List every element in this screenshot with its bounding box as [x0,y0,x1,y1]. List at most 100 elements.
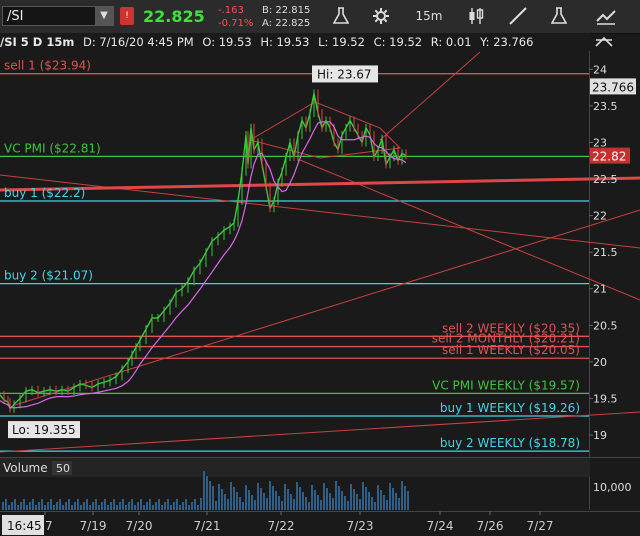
volume-bar [212,486,214,510]
volume-bar [20,502,22,510]
x-tick-label: 7/26 [477,519,504,533]
volume-bar [158,499,160,510]
volume-bar [266,498,268,510]
x-tick-label: 7/27 [527,519,554,533]
volume-bar [32,499,34,510]
volume-bar [359,499,361,510]
level-label: buy 1 ($22.2) [4,186,85,200]
y-tick-label: 24 [593,63,607,76]
volume-bar [224,494,226,510]
volume-bar [230,482,232,510]
volume-bar [308,502,310,510]
volume-bar [302,492,304,510]
volume-bar [95,499,97,510]
volume-bar [59,499,61,510]
volume-bar [14,499,16,510]
volume-bar [77,499,79,510]
volume-bar [29,502,31,510]
volume-bar [38,502,40,510]
volume-bar [257,483,259,510]
volume-bar [356,494,358,510]
x-tick-label: 7/23 [347,519,374,533]
volume-bar [143,505,145,510]
volume-bar [62,505,64,510]
volume-bar [284,484,286,510]
volume-label: Volume [3,461,48,475]
volume-bar [98,505,100,510]
y-tick-label: 20 [593,356,607,369]
volume-bar [206,476,208,510]
volume-bar [338,486,340,510]
volume-bar [305,497,307,510]
volume-bar [41,499,43,510]
volume-bar [350,484,352,510]
volume-bar [200,498,202,510]
volume-bar [335,481,337,510]
volume-bar [152,505,154,510]
volume-bar [170,505,172,510]
volume-bar [242,502,244,510]
volume-bar [299,487,301,510]
volume-bar [401,481,403,510]
y-tick-label: 21.5 [593,246,618,259]
volume-bar [182,502,184,510]
volume-bar [5,499,7,510]
volume-bar [386,500,388,510]
volume-bar [245,485,247,510]
volume-bar [293,499,295,510]
y-tick-label: 19.5 [593,392,618,405]
volume-bar [65,502,67,510]
volume-bar [215,501,217,510]
volume-bar [17,505,19,510]
volume-bar [23,499,25,510]
volume-bar [185,499,187,510]
y-tick-label: 21 [593,283,607,296]
volume-bar [140,499,142,510]
volume-bar [119,502,121,510]
volume-bar [194,499,196,510]
level-label: sell 1 ($23.94) [4,59,91,73]
x-tick-label: 7/21 [194,519,221,533]
y-tick-label: 22.5 [593,173,618,186]
volume-bar [2,502,4,510]
y-tick-label: 23 [593,136,607,149]
volume-bar [248,490,250,510]
volume-bar [11,502,13,510]
volume-bar [323,483,325,510]
volume-ytick: 10,000 [593,481,632,494]
volume-bar [116,505,118,510]
volume-bar [8,505,10,510]
volume-bar [407,491,409,510]
volume-bar [389,483,391,510]
volume-bar [281,501,283,510]
volume-bar [311,485,313,510]
volume-bar [167,499,169,510]
volume-bar [320,500,322,510]
volume-header [0,457,590,477]
volume-bar [278,496,280,510]
volume-bar [104,499,106,510]
volume-bar [74,502,76,510]
level-label: buy 2 WEEKLY ($18.78) [440,436,580,450]
volume-bar [86,499,88,510]
volume-bar [290,494,292,510]
hi-label: Hi: 23.67 [317,67,372,81]
x-tick-label: 7/19 [80,519,107,533]
price-chart[interactable]: 24 23.5 23 22.5 22 21.5 21 20.5 20 19.5 19 sell 1 … [0,0,640,536]
volume-bar [110,502,112,510]
y-tick-label: 20.5 [593,319,618,332]
volume-bar [137,502,139,510]
volume-bar [209,481,211,510]
volume-bar [296,482,298,510]
volume-bar [269,481,271,510]
volume-bar [251,495,253,510]
volume-bar [26,505,28,510]
collapse-icon[interactable] [590,34,616,50]
volume-bar [221,489,223,510]
price-tag: 22.82 [592,150,626,164]
volume-bar [239,497,241,510]
volume-bar [35,505,37,510]
moving-average-line [0,121,407,409]
y-tick-label: 22 [593,210,607,223]
volume-bar [134,505,136,510]
